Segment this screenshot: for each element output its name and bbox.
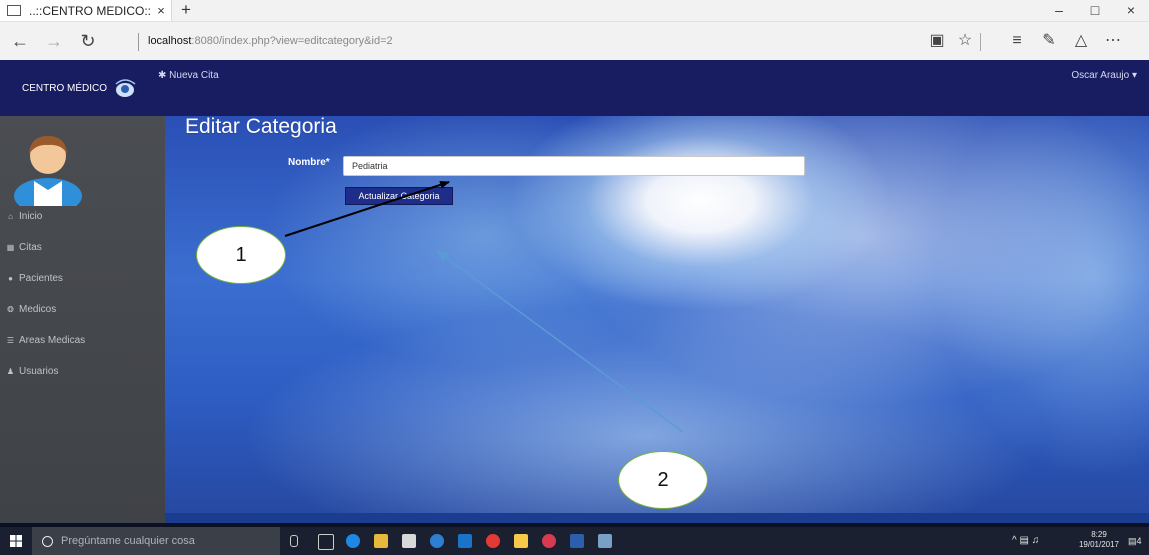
sidebar-item-areas-medicas[interactable]: ☰ Areas Medicas <box>0 331 85 349</box>
microphone-icon[interactable] <box>290 535 298 547</box>
users-icon: ♟ <box>6 366 15 376</box>
cortana-icon <box>42 535 53 547</box>
url-field[interactable]: localhost:8080/index.php?view=editcatego… <box>148 22 393 60</box>
tab-title: ..::CENTRO MEDICO::.. <box>29 3 151 18</box>
sidebar-item-label: Pacientes <box>19 272 63 284</box>
app-navbar <box>0 60 1149 116</box>
browser-tab[interactable]: ..::CENTRO MEDICO::.. × <box>0 0 172 21</box>
list-icon: ☰ <box>6 335 15 345</box>
forward-icon[interactable]: → <box>40 22 68 60</box>
browser-tab-bar <box>0 0 1149 22</box>
new-tab-button[interactable]: + <box>175 0 197 21</box>
url-host: localhost <box>148 35 192 47</box>
close-window-button[interactable]: × <box>1113 0 1149 21</box>
brand[interactable]: CENTRO MÉDICO <box>22 60 137 116</box>
sidebar-item-label: Areas Medicas <box>19 334 86 346</box>
taskbar-search[interactable]: Pregúntame cualquier cosa <box>32 527 280 555</box>
windows-logo-icon <box>10 535 22 547</box>
sticky-notes-icon[interactable] <box>514 534 528 548</box>
nombre-label: Nombre* <box>288 157 330 168</box>
calendar-icon: ▦ <box>6 242 15 252</box>
user-menu[interactable]: Oscar Araujo ▾ <box>1071 70 1137 81</box>
tab-page-icon <box>7 5 21 16</box>
toolbar-separator <box>980 33 981 51</box>
support-icon: ❂ <box>7 304 14 314</box>
sidebar-item-label: Medicos <box>19 303 57 315</box>
sidebar-item-label: Usuarios <box>19 365 59 377</box>
callout-1: 1 <box>196 226 286 284</box>
task-view-icon[interactable] <box>318 534 334 550</box>
sidebar-item-inicio[interactable]: ⌂ Inicio <box>0 207 42 225</box>
clock-date: 19/01/2017 <box>1078 540 1120 549</box>
brand-logo-icon <box>115 79 136 97</box>
avatar <box>14 136 82 206</box>
app-icon[interactable] <box>542 534 556 548</box>
home-icon: ⌂ <box>8 211 13 221</box>
internet-explorer-icon[interactable] <box>430 534 444 548</box>
nombre-input[interactable] <box>343 156 805 176</box>
url-separator <box>138 33 139 51</box>
sidebar-item-medicos[interactable]: ❂ Medicos <box>0 300 56 318</box>
chrome-icon[interactable] <box>486 534 500 548</box>
clock-time: 8:29 <box>1091 530 1107 539</box>
more-icon[interactable]: ⋯ <box>1100 22 1126 60</box>
hub-icon[interactable]: ≡ <box>1004 22 1030 60</box>
user-name: Oscar Araujo <box>1071 70 1130 81</box>
edge-icon[interactable] <box>346 534 360 548</box>
start-button[interactable] <box>0 527 32 555</box>
person-icon: ● <box>8 273 13 283</box>
tab-close-button[interactable]: × <box>151 3 171 18</box>
nueva-cita-label: Nueva Cita <box>169 70 219 81</box>
refresh-icon[interactable]: ↻ <box>74 22 102 60</box>
word-icon[interactable] <box>570 534 584 548</box>
system-tray-icons[interactable]: ^ ▤ ♫ <box>1012 527 1039 555</box>
clock[interactable]: 8:29 19/01/2017 <box>1074 530 1124 550</box>
file-explorer-icon[interactable] <box>374 534 388 548</box>
caret-down-icon: ▾ <box>1131 70 1137 81</box>
search-placeholder: Pregúntame cualquier cosa <box>61 535 195 547</box>
reading-view-icon[interactable]: ▣ <box>924 22 950 60</box>
sidebar-item-label: Inicio <box>19 210 43 222</box>
brand-name: CENTRO MÉDICO <box>22 82 107 94</box>
nueva-cita-link[interactable]: ✱ Nueva Cita <box>158 70 219 81</box>
web-note-icon[interactable]: ✎ <box>1036 22 1062 60</box>
callout-2: 2 <box>618 451 708 509</box>
sidebar-item-usuarios[interactable]: ♟ Usuarios <box>0 362 59 380</box>
notification-center-icon[interactable]: ▤4 <box>1128 527 1142 555</box>
outlook-icon[interactable] <box>458 534 472 548</box>
page-title: Editar Categoria <box>185 115 337 138</box>
minimize-button[interactable]: – <box>1041 0 1077 21</box>
share-icon[interactable]: △ <box>1068 22 1094 60</box>
sidebar-item-label: Citas <box>19 241 42 253</box>
photos-icon[interactable] <box>598 534 612 548</box>
sidebar-item-citas[interactable]: ▦ Citas <box>0 238 42 256</box>
asterisk-icon: ✱ <box>158 70 170 81</box>
sidebar-item-pacientes[interactable]: ● Pacientes <box>0 269 63 287</box>
notification-count: 4 <box>1136 536 1142 546</box>
store-icon[interactable] <box>402 534 416 548</box>
actualizar-categoria-button[interactable]: Actualizar Categoria <box>345 187 453 205</box>
restore-button[interactable]: □ <box>1077 0 1113 21</box>
url-path: :8080/index.php?view=editcategory&id=2 <box>191 35 393 47</box>
back-icon[interactable]: ← <box>6 22 34 60</box>
favorite-star-icon[interactable]: ☆ <box>952 22 978 60</box>
